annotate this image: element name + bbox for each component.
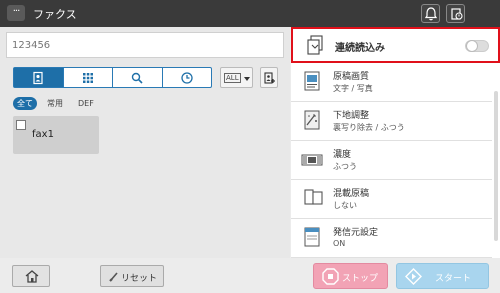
mixed-original-icon	[304, 189, 323, 205]
setting-background-adjust[interactable]: 下地調整 裏写り除去 / ふつう	[291, 102, 492, 141]
chevron-down-icon	[244, 77, 250, 81]
original-quality-icon	[304, 71, 320, 91]
tab-keypad[interactable]	[64, 68, 113, 87]
destination-name: fax1	[32, 129, 54, 140]
setting-title: 原稿画質	[333, 72, 370, 82]
sender-setting-icon	[304, 227, 320, 247]
setting-sender[interactable]: 発信元設定 ON	[291, 219, 492, 258]
tab-history[interactable]	[163, 68, 212, 87]
destination-search-box[interactable]	[6, 32, 284, 58]
top-bar: ··· ファクス	[0, 0, 500, 27]
settings-scrollbar[interactable]	[494, 91, 498, 241]
start-icon	[405, 268, 422, 285]
continuous-scan-toggle[interactable]	[465, 40, 489, 52]
setting-value: しない	[333, 201, 357, 210]
setting-title: 下地調整	[333, 111, 370, 121]
setting-value: ON	[333, 239, 346, 248]
index-dropdown-label: ALL	[224, 73, 241, 83]
history-icon	[181, 71, 193, 84]
app-title: ファクス	[33, 8, 77, 21]
device-status-icon[interactable]	[446, 4, 465, 23]
start-button[interactable]: スタート	[396, 263, 489, 289]
setting-title: 混載原稿	[333, 189, 370, 199]
stop-icon	[322, 268, 339, 285]
setting-value: 裏写り除去 / ふつう	[333, 123, 405, 132]
stop-button[interactable]: ストップ	[313, 263, 388, 289]
reset-icon	[109, 272, 118, 282]
continuous-scan-label: 連続読込み	[335, 43, 385, 54]
toggle-knob	[466, 40, 478, 52]
reset-button[interactable]: リセット	[100, 265, 164, 287]
address-book-icon	[33, 71, 43, 84]
setting-mixed-original[interactable]: 混載原稿 しない	[291, 180, 492, 219]
setting-density[interactable]: 濃度 ふつう	[291, 141, 492, 180]
setting-title: 発信元設定	[333, 228, 379, 238]
setting-value: 文字 / 写真	[333, 84, 373, 93]
destination-checkbox[interactable]	[16, 120, 26, 130]
home-icon	[25, 270, 39, 283]
start-label: スタート	[435, 274, 472, 284]
index-dropdown[interactable]: ALL	[220, 67, 253, 88]
tab-address-book[interactable]	[14, 68, 64, 87]
stop-label: ストップ	[342, 274, 379, 284]
bottom-bar: リセット ストップ スタート	[0, 258, 500, 293]
filter-common[interactable]: 常用	[47, 97, 63, 110]
reset-label: リセット	[121, 274, 158, 284]
home-button[interactable]	[12, 265, 50, 287]
menu-button[interactable]: ···	[7, 5, 25, 21]
filter-all[interactable]: 全て	[13, 97, 37, 110]
keypad-icon	[82, 72, 93, 83]
setting-value: ふつう	[333, 162, 357, 171]
destination-input[interactable]	[7, 33, 283, 58]
density-icon	[301, 154, 323, 166]
destination-card[interactable]: fax1	[13, 116, 99, 154]
tab-search[interactable]	[113, 68, 163, 87]
continuous-scan-setting[interactable]: 連続読込み	[291, 27, 500, 63]
setting-title: 濃度	[333, 150, 352, 160]
register-destination-button[interactable]	[260, 67, 278, 88]
settings-pane: 連続読込み 原稿画質 文字 / 写真 下地調整 裏写り除去 / ふつう 濃度 ふ…	[291, 27, 500, 258]
background-adjust-icon	[304, 110, 320, 130]
continuous-scan-icon	[307, 35, 323, 55]
setting-original-quality[interactable]: 原稿画質 文字 / 写真	[291, 63, 492, 102]
search-icon	[132, 72, 143, 84]
destination-tabs	[13, 67, 212, 88]
bell-icon[interactable]	[421, 4, 440, 23]
register-address-icon	[264, 72, 275, 84]
destination-pane: ALL 全て 常用 DEF fax1	[0, 27, 290, 258]
filter-def[interactable]: DEF	[78, 97, 94, 110]
